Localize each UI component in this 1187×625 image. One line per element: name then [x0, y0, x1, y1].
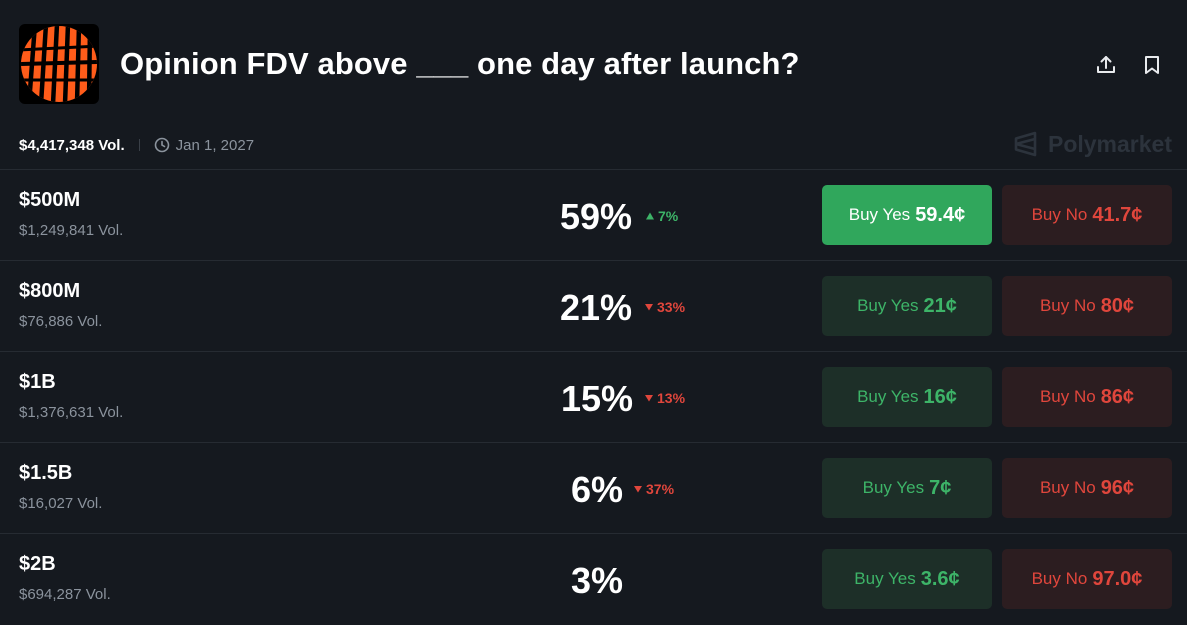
outcome-volume: $1,376,631 Vol. — [19, 404, 124, 421]
yes-price: 16¢ — [923, 385, 957, 408]
outcome-volume: $16,027 Vol. — [19, 495, 103, 512]
yes-price: 3.6¢ — [920, 567, 960, 590]
outcome-row: $1.5B $16,027 Vol. 6% 37% Buy Yes 7¢ Buy… — [0, 442, 1187, 533]
buy-no-button[interactable]: Buy No 80¢ — [1002, 276, 1172, 336]
buy-no-label: Buy No — [1031, 569, 1088, 588]
buy-no-button[interactable]: Buy No 41.7¢ — [1002, 185, 1172, 245]
total-volume: $4,417,348 Vol. — [19, 136, 125, 154]
buy-yes-label: Buy Yes — [862, 478, 925, 497]
end-date: Jan 1, 2027 — [154, 137, 254, 154]
buy-yes-button[interactable]: Buy Yes 7¢ — [822, 458, 992, 518]
no-price: 86¢ — [1100, 385, 1135, 408]
buy-no-label: Buy No — [1039, 296, 1096, 315]
outcome-label: $1B — [19, 371, 56, 393]
end-date-text: Jan 1, 2027 — [175, 136, 255, 154]
polymarket-watermark: Polymarket — [1012, 128, 1172, 160]
outcome-label: $500M — [19, 189, 81, 211]
buy-yes-button[interactable]: Buy Yes 21¢ — [822, 276, 992, 336]
buy-yes-button[interactable]: Buy Yes 3.6¢ — [822, 549, 992, 609]
brand-name: Polymarket — [1047, 130, 1172, 157]
buy-no-button[interactable]: Buy No 86¢ — [1002, 367, 1172, 427]
outcome-row: $2B $694,287 Vol. 3% Buy Yes 3.6¢ Buy No… — [0, 533, 1187, 624]
buy-yes-button[interactable]: Buy Yes 16¢ — [822, 367, 992, 427]
outcome-probability: 6% — [571, 469, 624, 510]
outcome-row: $500M $1,249,841 Vol. 59% 7% Buy Yes 59.… — [0, 169, 1187, 260]
buy-no-label: Buy No — [1031, 205, 1088, 224]
change-value: 13% — [657, 390, 686, 406]
buy-no-button[interactable]: Buy No 97.0¢ — [1002, 549, 1172, 609]
no-price: 80¢ — [1100, 294, 1135, 317]
share-upload-icon[interactable] — [1093, 52, 1119, 78]
buy-yes-button[interactable]: Buy Yes 59.4¢ — [822, 185, 992, 245]
triangle-down-icon — [645, 304, 653, 311]
triangle-down-icon — [634, 486, 642, 493]
triangle-down-icon — [645, 395, 653, 402]
no-price: 96¢ — [1100, 476, 1135, 499]
buy-no-label: Buy No — [1039, 387, 1096, 406]
buy-no-label: Buy No — [1039, 478, 1096, 497]
change-value: 7% — [658, 208, 679, 224]
buy-yes-label: Buy Yes — [857, 296, 919, 315]
outcome-probability: 3% — [571, 560, 624, 601]
outcome-label: $800M — [19, 280, 81, 302]
buy-yes-label: Buy Yes — [854, 569, 916, 588]
buy-yes-label: Buy Yes — [857, 387, 919, 406]
outcome-probability: 15% — [561, 378, 634, 419]
outcome-row: $800M $76,886 Vol. 21% 33% Buy Yes 21¢ B… — [0, 260, 1187, 351]
market-header: Opinion FDV above ___ one day after laun… — [0, 0, 1187, 130]
change-value: 33% — [657, 299, 686, 315]
no-price: 41.7¢ — [1092, 203, 1143, 226]
no-price: 97.0¢ — [1092, 567, 1143, 590]
yes-price: 7¢ — [929, 476, 952, 499]
outcome-volume: $694,287 Vol. — [19, 586, 111, 603]
polymarket-logo-icon — [1014, 131, 1037, 157]
triangle-up-icon — [646, 212, 654, 220]
outcome-label: $1.5B — [19, 462, 73, 484]
outcome-probability: 21% — [560, 287, 633, 328]
probability-change: 13% — [644, 390, 685, 406]
probability-change: 7% — [645, 208, 678, 224]
buy-no-button[interactable]: Buy No 96¢ — [1002, 458, 1172, 518]
probability-change: 37% — [633, 481, 674, 497]
outcome-volume: $76,886 Vol. — [19, 313, 103, 330]
buy-yes-label: Buy Yes — [848, 205, 911, 224]
probability-change: 33% — [644, 299, 685, 315]
bookmark-icon[interactable] — [1139, 52, 1165, 78]
outcome-probability: 59% — [560, 196, 633, 237]
market-meta: $4,417,348 Vol. Jan 1, 2027 — [19, 134, 254, 156]
yes-price: 21¢ — [923, 294, 957, 317]
change-value: 37% — [646, 481, 675, 497]
yes-price: 59.4¢ — [915, 203, 966, 226]
outcome-row: $1B $1,376,631 Vol. 15% 13% Buy Yes 16¢ … — [0, 351, 1187, 442]
clock-icon — [154, 137, 169, 153]
meta-divider — [138, 139, 140, 151]
opinion-logo — [19, 24, 99, 104]
outcome-label: $2B — [19, 553, 56, 575]
page-title: Opinion FDV above ___ one day after laun… — [120, 46, 800, 81]
outcome-volume: $1,249,841 Vol. — [19, 222, 124, 239]
